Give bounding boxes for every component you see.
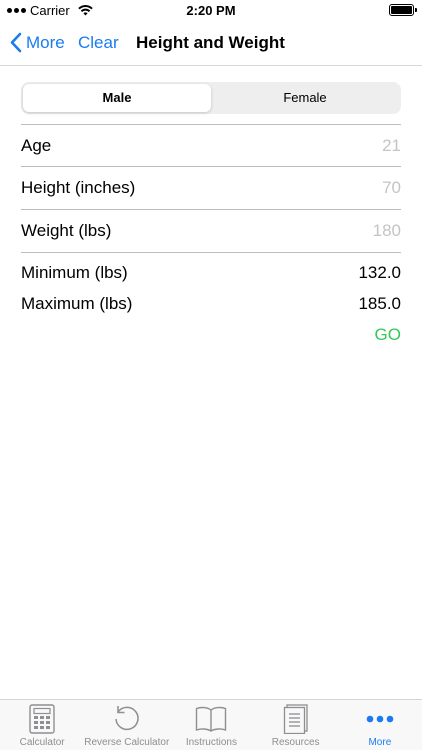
- reverse-icon: [115, 706, 139, 731]
- tab-instructions-label: Instructions: [185, 737, 237, 748]
- weight-row: Weight (lbs): [21, 210, 401, 252]
- minimum-value: 132.0: [358, 263, 401, 282]
- nav-bar: More Clear Height and Weight: [0, 22, 422, 66]
- calculator-icon: [29, 704, 55, 734]
- page-title: Height and Weight: [136, 33, 285, 52]
- weight-label: Weight (lbs): [21, 221, 112, 240]
- status-time: 2:20 PM: [186, 3, 236, 18]
- tab-resources[interactable]: Resources: [254, 700, 338, 750]
- minimum-label: Minimum (lbs): [21, 263, 128, 282]
- tab-reverse-calculator[interactable]: Reverse Calculator: [84, 700, 169, 750]
- age-row: Age: [21, 125, 401, 167]
- tab-resources-label: Resources: [271, 737, 320, 748]
- maximum-label: Maximum (lbs): [21, 294, 133, 313]
- back-button-label: More: [26, 32, 65, 52]
- tab-instructions[interactable]: Instructions: [169, 700, 253, 750]
- back-button[interactable]: More: [10, 32, 65, 53]
- status-bar: Carrier 2:20 PM: [0, 0, 422, 22]
- minimum-row: Minimum (lbs) 132.0: [21, 263, 401, 283]
- tab-more[interactable]: More: [338, 700, 422, 750]
- chevron-left-icon: [10, 32, 22, 53]
- maximum-row: Maximum (lbs) 185.0: [21, 294, 401, 314]
- divider: [21, 252, 401, 253]
- tab-more-label: More: [368, 737, 392, 748]
- go-button[interactable]: GO: [375, 325, 401, 345]
- tab-bar: Calculator Reverse Calculator Instructio…: [0, 699, 422, 750]
- more-icon: [366, 715, 394, 723]
- gender-segmented-control: Male Female: [21, 82, 401, 114]
- document-icon: [283, 704, 308, 734]
- battery-icon: [389, 4, 417, 16]
- age-field[interactable]: [261, 136, 401, 156]
- tab-calculator[interactable]: Calculator: [0, 700, 84, 750]
- height-field[interactable]: [261, 178, 401, 198]
- maximum-value: 185.0: [358, 294, 401, 313]
- height-row: Height (inches): [21, 167, 401, 209]
- age-label: Age: [21, 136, 52, 155]
- segment-female[interactable]: Female: [211, 84, 399, 112]
- weight-field[interactable]: [261, 221, 401, 241]
- segment-male[interactable]: Male: [23, 84, 211, 112]
- tab-reverse-calculator-label: Reverse Calculator: [84, 737, 170, 748]
- tab-calculator-label: Calculator: [19, 737, 65, 748]
- height-label: Height (inches): [21, 178, 136, 197]
- book-icon: [196, 706, 227, 732]
- clear-button[interactable]: Clear: [78, 33, 119, 53]
